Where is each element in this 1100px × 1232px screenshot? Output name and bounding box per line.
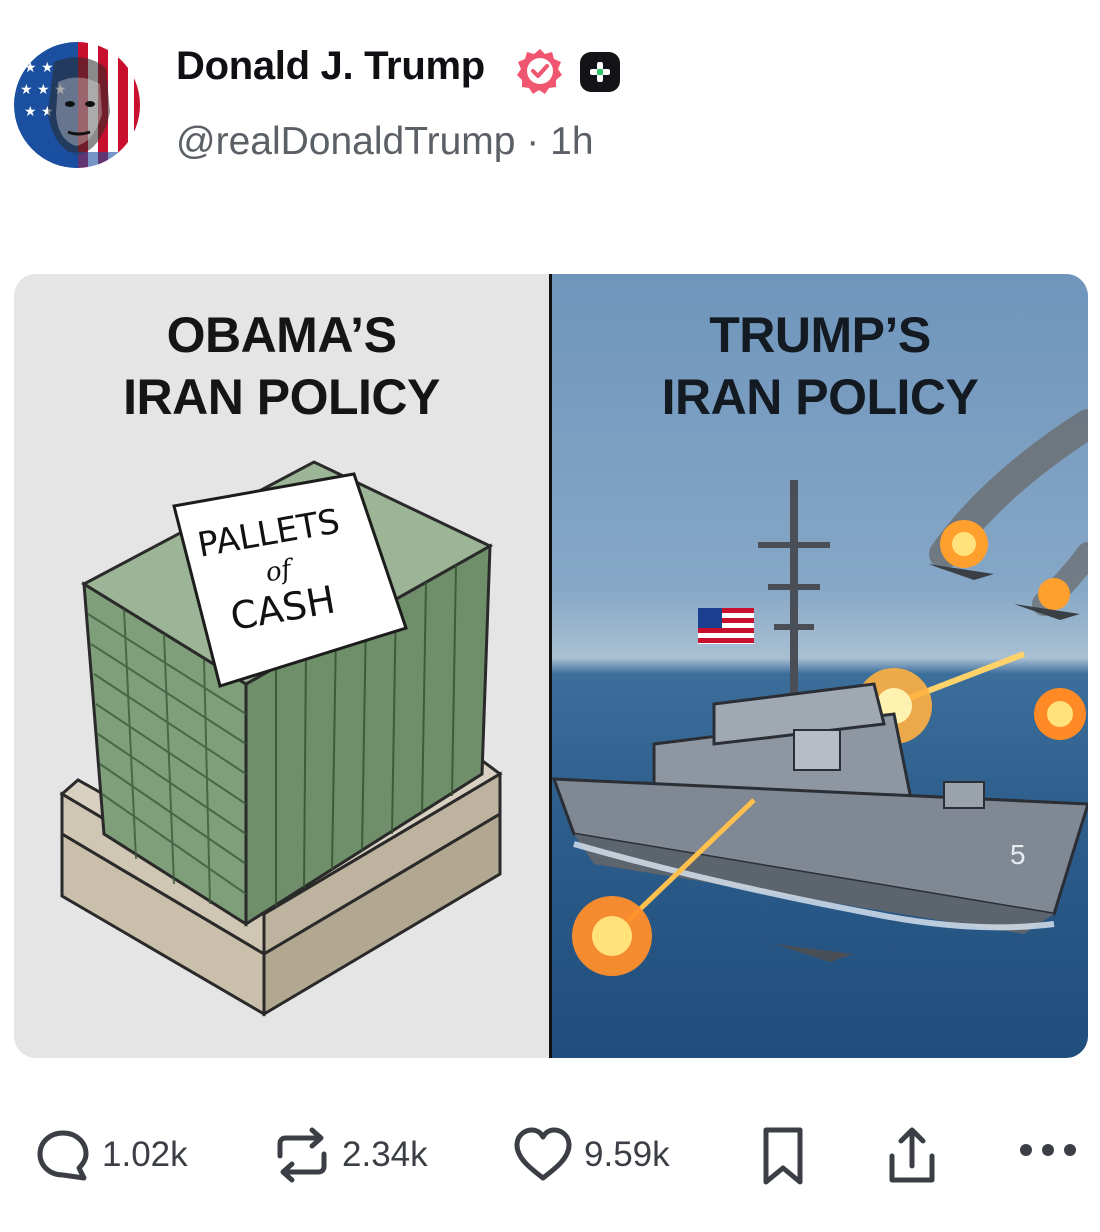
more-icon <box>1020 1144 1076 1156</box>
more-button[interactable] <box>1018 1140 1078 1160</box>
hull-number: 5 <box>1010 839 1026 870</box>
repost-button[interactable]: 2.34k <box>272 1126 428 1184</box>
bookmark-button[interactable] <box>758 1126 808 1186</box>
reply-button[interactable]: 1.02k <box>34 1126 188 1184</box>
share-icon <box>889 1127 935 1183</box>
meta-separator: · <box>526 120 540 163</box>
avatar[interactable]: ★ ★ ★ ★ ★ ★ ★ <box>14 42 140 168</box>
right-caption-line-1: TRUMP’S <box>709 307 931 363</box>
repost-count: 2.34k <box>342 1135 428 1174</box>
repost-icon <box>277 1127 327 1183</box>
right-caption-line-2: IRAN POLICY <box>661 369 979 425</box>
author-handle[interactable]: @realDonaldTrump <box>176 120 515 163</box>
share-button[interactable] <box>884 1126 940 1186</box>
post-meta: @realDonaldTrump · 1h <box>176 120 594 164</box>
reply-count: 1.02k <box>102 1135 188 1174</box>
right-caption: TRUMP’S IRAN POLICY <box>552 304 1088 428</box>
left-caption: OBAMA’S IRAN POLICY <box>14 304 549 428</box>
verified-icon <box>517 49 562 94</box>
action-bar: 1.02k 2.34k 9.59k <box>0 1118 1100 1188</box>
post-media[interactable]: PALLETS of CASH 5 OBAMA’S IRAN POLICY TR… <box>14 274 1088 1058</box>
reply-icon <box>37 1130 89 1181</box>
like-count: 9.59k <box>584 1135 670 1174</box>
like-button[interactable]: 9.59k <box>512 1126 670 1184</box>
author-name[interactable]: Donald J. Trump <box>176 44 485 89</box>
svg-text:★ ★: ★ ★ <box>24 60 54 76</box>
plus-badge-icon <box>580 52 620 92</box>
bookmark-icon <box>763 1127 803 1185</box>
left-caption-line-1: OBAMA’S <box>166 307 397 363</box>
avatar-image: ★ ★ ★ ★ ★ ★ ★ <box>14 42 140 168</box>
heart-icon <box>514 1127 572 1181</box>
post-timestamp[interactable]: 1h <box>550 120 593 163</box>
left-caption-line-2: IRAN POLICY <box>123 369 440 425</box>
